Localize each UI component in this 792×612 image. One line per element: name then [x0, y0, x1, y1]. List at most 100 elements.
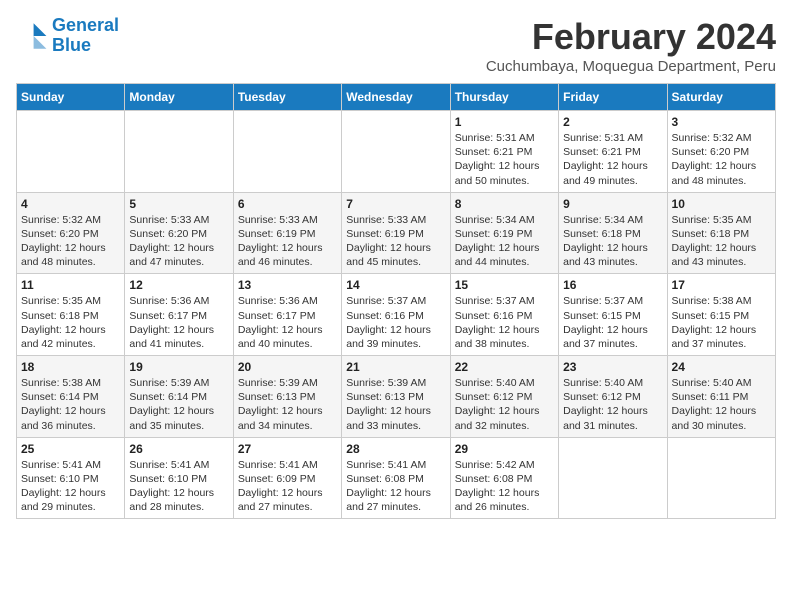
day-info: Sunrise: 5:34 AMSunset: 6:18 PMDaylight:…: [563, 213, 662, 270]
calendar-cell: 27 Sunrise: 5:41 AMSunset: 6:09 PMDayligh…: [233, 437, 341, 519]
day-number: 20: [238, 360, 337, 374]
day-info: Sunrise: 5:41 AMSunset: 6:10 PMDaylight:…: [21, 458, 120, 515]
day-info: Sunrise: 5:37 AMSunset: 6:16 PMDaylight:…: [346, 294, 445, 351]
day-info: Sunrise: 5:40 AMSunset: 6:12 PMDaylight:…: [455, 376, 554, 433]
day-number: 16: [563, 278, 662, 292]
day-info: Sunrise: 5:40 AMSunset: 6:11 PMDaylight:…: [672, 376, 771, 433]
day-number: 4: [21, 197, 120, 211]
day-info: Sunrise: 5:31 AMSunset: 6:21 PMDaylight:…: [455, 131, 554, 188]
weekday-header: Monday: [125, 84, 233, 111]
day-info: Sunrise: 5:41 AMSunset: 6:10 PMDaylight:…: [129, 458, 228, 515]
weekday-header: Tuesday: [233, 84, 341, 111]
day-info: Sunrise: 5:38 AMSunset: 6:14 PMDaylight:…: [21, 376, 120, 433]
calendar-cell: 14 Sunrise: 5:37 AMSunset: 6:16 PMDayligh…: [342, 274, 450, 356]
weekday-header: Sunday: [17, 84, 125, 111]
calendar-cell: 3 Sunrise: 5:32 AMSunset: 6:20 PMDaylight…: [667, 111, 775, 193]
logo-icon: [16, 20, 48, 52]
day-number: 25: [21, 442, 120, 456]
day-info: Sunrise: 5:36 AMSunset: 6:17 PMDaylight:…: [238, 294, 337, 351]
day-info: Sunrise: 5:40 AMSunset: 6:12 PMDaylight:…: [563, 376, 662, 433]
day-info: Sunrise: 5:35 AMSunset: 6:18 PMDaylight:…: [672, 213, 771, 270]
day-number: 12: [129, 278, 228, 292]
day-info: Sunrise: 5:37 AMSunset: 6:15 PMDaylight:…: [563, 294, 662, 351]
calendar-cell: 22 Sunrise: 5:40 AMSunset: 6:12 PMDayligh…: [450, 356, 558, 438]
calendar-cell: 1Sunrise: 5:31 AMSunset: 6:21 PMDaylight…: [450, 111, 558, 193]
day-number: 8: [455, 197, 554, 211]
day-info: Sunrise: 5:34 AMSunset: 6:19 PMDaylight:…: [455, 213, 554, 270]
day-number: 14: [346, 278, 445, 292]
weekday-header: Friday: [559, 84, 667, 111]
day-info: Sunrise: 5:39 AMSunset: 6:14 PMDaylight:…: [129, 376, 228, 433]
day-number: 21: [346, 360, 445, 374]
calendar-cell: 10 Sunrise: 5:35 AMSunset: 6:18 PMDayligh…: [667, 192, 775, 274]
calendar-cell: [342, 111, 450, 193]
day-number: 13: [238, 278, 337, 292]
weekday-header: Saturday: [667, 84, 775, 111]
day-info: Sunrise: 5:32 AMSunset: 6:20 PMDaylight:…: [21, 213, 120, 270]
calendar-week-row: 4 Sunrise: 5:32 AMSunset: 6:20 PMDaylight…: [17, 192, 776, 274]
day-info: Sunrise: 5:39 AMSunset: 6:13 PMDaylight:…: [238, 376, 337, 433]
day-info: Sunrise: 5:42 AMSunset: 6:08 PMDaylight:…: [455, 458, 554, 515]
day-info: Sunrise: 5:39 AMSunset: 6:13 PMDaylight:…: [346, 376, 445, 433]
calendar-cell: 28Sunrise: 5:41 AMSunset: 6:08 PMDayligh…: [342, 437, 450, 519]
month-title: February 2024: [486, 16, 776, 58]
calendar-cell: [17, 111, 125, 193]
day-info: Sunrise: 5:41 AMSunset: 6:09 PMDaylight:…: [238, 458, 337, 515]
calendar-cell: 15 Sunrise: 5:37 AMSunset: 6:16 PMDayligh…: [450, 274, 558, 356]
calendar-cell: 8 Sunrise: 5:34 AMSunset: 6:19 PMDaylight…: [450, 192, 558, 274]
calendar-week-row: 25 Sunrise: 5:41 AMSunset: 6:10 PMDayligh…: [17, 437, 776, 519]
calendar-cell: 4 Sunrise: 5:32 AMSunset: 6:20 PMDaylight…: [17, 192, 125, 274]
day-info: Sunrise: 5:35 AMSunset: 6:18 PMDaylight:…: [21, 294, 120, 351]
calendar-week-row: 18 Sunrise: 5:38 AMSunset: 6:14 PMDayligh…: [17, 356, 776, 438]
day-number: 18: [21, 360, 120, 374]
calendar-cell: 6Sunrise: 5:33 AMSunset: 6:19 PMDaylight…: [233, 192, 341, 274]
calendar-header-row: SundayMondayTuesdayWednesdayThursdayFrid…: [17, 84, 776, 111]
day-info: Sunrise: 5:41 AMSunset: 6:08 PMDaylight:…: [346, 458, 445, 515]
logo-text: General Blue: [52, 16, 119, 56]
day-number: 23: [563, 360, 662, 374]
calendar-week-row: 11 Sunrise: 5:35 AMSunset: 6:18 PMDayligh…: [17, 274, 776, 356]
calendar-cell: 12 Sunrise: 5:36 AMSunset: 6:17 PMDayligh…: [125, 274, 233, 356]
calendar-cell: [125, 111, 233, 193]
day-number: 2: [563, 115, 662, 129]
weekday-header: Thursday: [450, 84, 558, 111]
day-info: Sunrise: 5:32 AMSunset: 6:20 PMDaylight:…: [672, 131, 771, 188]
calendar-cell: 11 Sunrise: 5:35 AMSunset: 6:18 PMDayligh…: [17, 274, 125, 356]
calendar-cell: 20 Sunrise: 5:39 AMSunset: 6:13 PMDayligh…: [233, 356, 341, 438]
day-number: 3: [672, 115, 771, 129]
calendar-cell: [667, 437, 775, 519]
calendar-cell: 17 Sunrise: 5:38 AMSunset: 6:15 PMDayligh…: [667, 274, 775, 356]
day-number: 9: [563, 197, 662, 211]
day-info: Sunrise: 5:31 AMSunset: 6:21 PMDaylight:…: [563, 131, 662, 188]
weekday-header: Wednesday: [342, 84, 450, 111]
day-number: 17: [672, 278, 771, 292]
day-info: Sunrise: 5:38 AMSunset: 6:15 PMDaylight:…: [672, 294, 771, 351]
calendar-cell: 21 Sunrise: 5:39 AMSunset: 6:13 PMDayligh…: [342, 356, 450, 438]
day-number: 22: [455, 360, 554, 374]
calendar-cell: 9 Sunrise: 5:34 AMSunset: 6:18 PMDaylight…: [559, 192, 667, 274]
day-number: 7: [346, 197, 445, 211]
calendar-cell: 7 Sunrise: 5:33 AMSunset: 6:19 PMDaylight…: [342, 192, 450, 274]
logo: General Blue: [16, 16, 119, 56]
calendar-cell: 25 Sunrise: 5:41 AMSunset: 6:10 PMDayligh…: [17, 437, 125, 519]
day-number: 15: [455, 278, 554, 292]
day-info: Sunrise: 5:33 AMSunset: 6:20 PMDaylight:…: [129, 213, 228, 270]
header: General Blue February 2024 Cuchumbaya, M…: [16, 16, 776, 75]
day-number: 10: [672, 197, 771, 211]
calendar-cell: 16 Sunrise: 5:37 AMSunset: 6:15 PMDayligh…: [559, 274, 667, 356]
calendar-cell: 13 Sunrise: 5:36 AMSunset: 6:17 PMDayligh…: [233, 274, 341, 356]
day-number: 11: [21, 278, 120, 292]
calendar-cell: 29Sunrise: 5:42 AMSunset: 6:08 PMDayligh…: [450, 437, 558, 519]
calendar-body: 1Sunrise: 5:31 AMSunset: 6:21 PMDaylight…: [17, 111, 776, 519]
calendar-cell: [559, 437, 667, 519]
day-info: Sunrise: 5:36 AMSunset: 6:17 PMDaylight:…: [129, 294, 228, 351]
calendar-week-row: 1Sunrise: 5:31 AMSunset: 6:21 PMDaylight…: [17, 111, 776, 193]
day-info: Sunrise: 5:37 AMSunset: 6:16 PMDaylight:…: [455, 294, 554, 351]
calendar-cell: 19Sunrise: 5:39 AMSunset: 6:14 PMDayligh…: [125, 356, 233, 438]
day-number: 26: [129, 442, 228, 456]
day-info: Sunrise: 5:33 AMSunset: 6:19 PMDaylight:…: [238, 213, 337, 270]
calendar-cell: 24Sunrise: 5:40 AMSunset: 6:11 PMDayligh…: [667, 356, 775, 438]
calendar-cell: 26 Sunrise: 5:41 AMSunset: 6:10 PMDayligh…: [125, 437, 233, 519]
day-number: 27: [238, 442, 337, 456]
day-info: Sunrise: 5:33 AMSunset: 6:19 PMDaylight:…: [346, 213, 445, 270]
